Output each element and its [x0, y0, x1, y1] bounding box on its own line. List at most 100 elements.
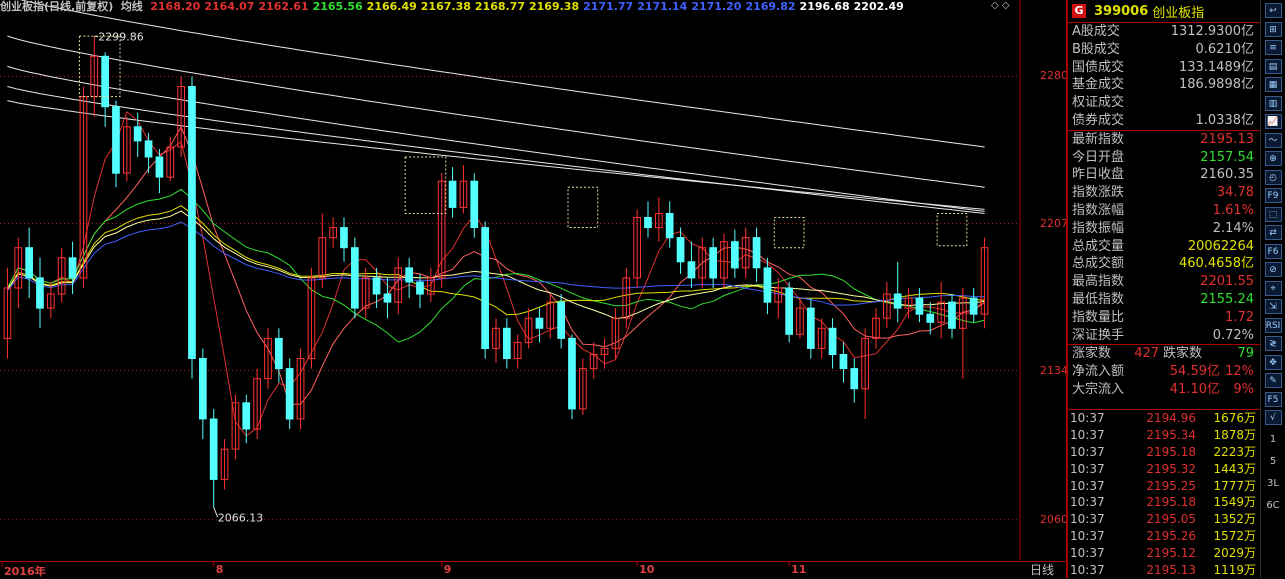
toolbar-button[interactable]: 📈 [1264, 114, 1282, 129]
toolbar-button[interactable]: ≷ [1264, 336, 1282, 351]
g-icon[interactable]: G [1072, 4, 1086, 18]
ma-value: 2167.38 [420, 0, 471, 13]
stat-row: 权证成交 [1068, 94, 1260, 112]
toolbar-button[interactable]: RSI [1264, 317, 1282, 333]
tick-price: 2194.96 [1146, 411, 1196, 425]
kline-chart[interactable]: 2299.86 2066.13 创业板指(日线,前复权) 均线 2168.20 21… [0, 0, 1068, 579]
toolbar-button[interactable]: ⊕ [1264, 151, 1282, 166]
candle-body [275, 337, 283, 370]
stat-value: 2201.55 [1200, 274, 1254, 290]
tick-vol: 1119万 [1213, 563, 1256, 578]
stat-row: 指数量比 1.72 [1068, 309, 1260, 327]
toolbar-button[interactable]: F6 [1264, 243, 1282, 259]
tick-vol: 1352万 [1213, 512, 1256, 527]
tick-price: 2195.25 [1146, 478, 1196, 493]
tick-time: 10:37 [1070, 495, 1105, 510]
toolbar-button[interactable]: ✎ [1264, 373, 1282, 388]
toolbar-button[interactable]: √ [1264, 410, 1282, 425]
toolbar-button[interactable]: F5 [1264, 391, 1282, 407]
candle-body [676, 237, 685, 263]
tick-time: 10:37 [1070, 411, 1105, 425]
stat-row: 昨日收盘 2160.35 [1068, 166, 1260, 184]
chart-corner-icons[interactable]: ◇ ◇ [991, 0, 1010, 11]
ma-value: 2166.49 [366, 0, 417, 13]
toolbar-button[interactable]: ⊞ [1264, 21, 1282, 37]
stat-row: 国债成交 133.1489亿 [1068, 59, 1260, 77]
tick-time: 10:37 [1070, 512, 1105, 527]
stat-row: B股成交 0.6210亿 [1068, 41, 1260, 59]
stat-row: 今日开盘 2157.54 [1068, 149, 1260, 167]
toolbar-number-button[interactable]: 3L [1261, 473, 1285, 495]
toolbar-button[interactable]: 〜 [1264, 132, 1282, 148]
stat-value: 2195.13 [1200, 131, 1254, 147]
stat-value: 1312.9300亿 [1170, 24, 1254, 39]
tick-time: 10:37 [1070, 478, 1105, 493]
stat-row: 指数涨幅 1.61% [1068, 202, 1260, 220]
candle-body [36, 277, 44, 309]
stat-row: 基金成交 186.9898亿 [1068, 76, 1260, 94]
stat-label: 债券成交 [1072, 112, 1125, 128]
stat-label: 昨日收盘 [1072, 167, 1125, 183]
candle-body [416, 281, 424, 295]
long-ma-line [7, 65, 985, 212]
tick-row: 10:37 2194.96 1676万 [1068, 410, 1260, 427]
y-tick-label: 2207 [1040, 216, 1068, 230]
right-toolbar: ↩ ⊞ ≡ ▤ ▦ ▥ 📈 〜 ⊕ ◴ F9 ⬚ ⇄ F6 ⊘ ⌖ ⇲ RSI ≷ ✥ ✎ F5 √ 1 5 3L 6C [1260, 0, 1285, 578]
toolbar-button[interactable]: ◴ [1264, 169, 1282, 185]
toolbar-number-button[interactable]: 5 [1261, 451, 1285, 473]
flow-pct: 9% [1233, 382, 1254, 398]
x-axis: 2016年 8 9 10 11 [0, 561, 1066, 579]
flow-value: 54.59亿 [1169, 364, 1220, 380]
candle-body [557, 301, 565, 339]
chart-canvas[interactable]: 2299.86 2066.13 [0, 0, 1066, 578]
candle-body [112, 106, 120, 174]
stat-label: 权证成交 [1072, 95, 1125, 111]
candle-body [144, 140, 153, 158]
candle-body [503, 327, 511, 359]
x-tick-label: 10 [639, 563, 655, 576]
toolbar-number-button[interactable]: 6C [1261, 495, 1285, 517]
advance-decline-row: 涨家数 427 跌家数 79 [1068, 345, 1260, 363]
tick-list[interactable]: 10:37 2194.96 1676万 10:37 2195.34 1878万 10:37 2… [1068, 409, 1260, 579]
x-tick-label: 9 [443, 563, 452, 576]
y-tick-label: 2060 [1040, 512, 1068, 526]
toolbar-button[interactable]: ⊘ [1264, 262, 1282, 277]
stat-label: 指数涨跌 [1072, 185, 1125, 201]
toolbar-button[interactable]: ⇲ [1264, 299, 1282, 314]
ma-value: 2171.14 [637, 0, 688, 13]
tick-time: 10:37 [1070, 444, 1105, 459]
candle-body [763, 267, 772, 303]
stat-label: 指数涨幅 [1072, 202, 1125, 218]
stat-label: B股成交 [1072, 41, 1120, 57]
toolbar-number-button[interactable]: 1 [1261, 429, 1285, 451]
toolbar-button[interactable]: ▥ [1264, 95, 1282, 111]
ma-value: 2168.77 [474, 0, 525, 13]
candle-body [101, 55, 110, 108]
stat-label: 最新指数 [1072, 131, 1125, 147]
tick-vol: 2223万 [1213, 444, 1256, 459]
stat-value: 20062264 [1187, 238, 1254, 254]
toolbar-button[interactable]: ▦ [1264, 77, 1282, 92]
price-annotation: 2066.13 [218, 511, 264, 524]
toolbar-button[interactable]: ✥ [1264, 354, 1282, 370]
tick-row: 10:37 2195.18 2223万 [1068, 444, 1260, 461]
panel-header: G 399006 创业板指 [1068, 0, 1260, 23]
tick-row: 10:37 2195.13 1119万 [1068, 562, 1260, 579]
toolbar-button[interactable]: F9 [1264, 188, 1282, 203]
long-ma-line [19, 0, 985, 148]
toolbar-button[interactable]: ↩ [1264, 3, 1282, 18]
toolbar-button[interactable]: ⇄ [1264, 225, 1282, 240]
candle-body [481, 227, 489, 350]
candle-body [752, 237, 761, 269]
toolbar-button[interactable]: ≡ [1264, 40, 1282, 55]
candle-body [731, 241, 739, 269]
stock-code: 399006 [1094, 3, 1149, 19]
chart-title-bar: 创业板指(日线,前复权) 均线 2168.20 2164.07 2162.61 216… [0, 0, 912, 14]
toolbar-button[interactable]: ▤ [1264, 58, 1282, 74]
toolbar-button[interactable]: ⬚ [1264, 206, 1282, 222]
toolbar-button[interactable]: ⌖ [1264, 280, 1282, 296]
period-label[interactable]: 日线 [1030, 561, 1054, 578]
candle-body [470, 180, 479, 228]
stat-value: 2155.24 [1200, 291, 1254, 307]
advance-label: 涨家数 [1072, 346, 1112, 362]
